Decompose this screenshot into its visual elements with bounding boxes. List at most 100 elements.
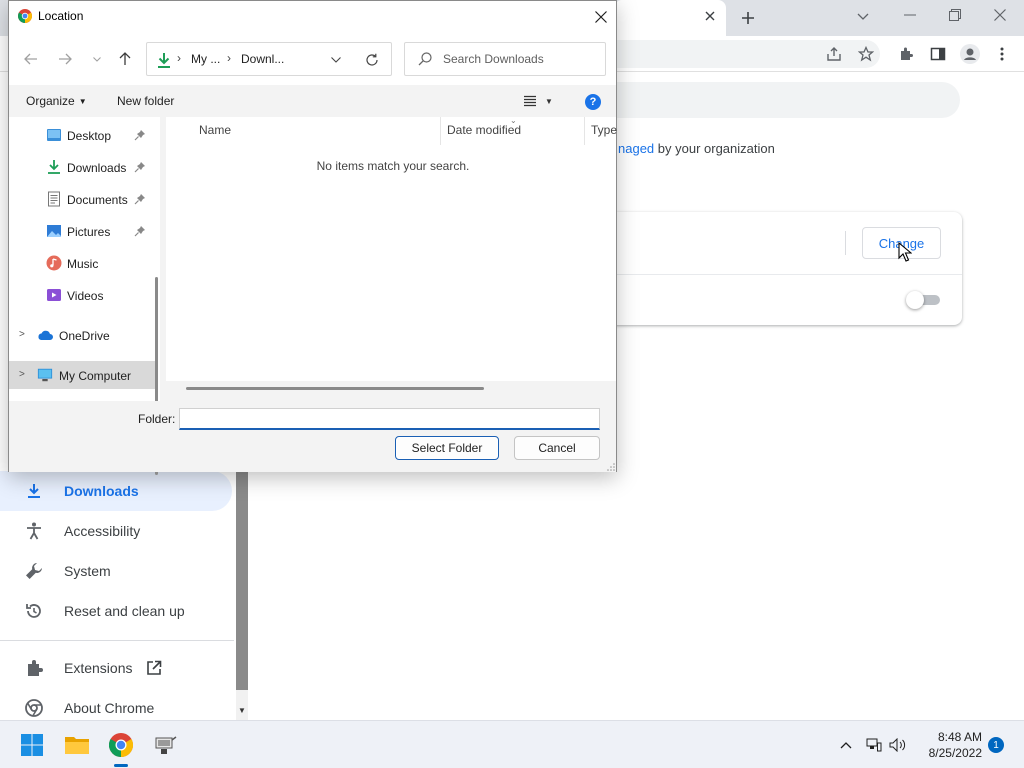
view-options-button[interactable]: ▼: [523, 92, 559, 110]
dialog-title-bar: Location: [9, 1, 616, 33]
resize-grip-icon[interactable]: [607, 463, 615, 471]
search-input[interactable]: [443, 51, 598, 67]
chrome-icon: [22, 696, 46, 720]
navigation-pane: Desktop Downloads Documents Pictures Mus…: [9, 117, 160, 475]
nav-item-label: Desktop: [67, 129, 112, 143]
pin-icon: [134, 226, 145, 237]
network-status-icon[interactable]: [864, 735, 884, 755]
nav-item-downloads[interactable]: Downloads: [0, 471, 232, 511]
chevron-down-icon[interactable]: [327, 51, 345, 69]
active-app-indicator: [114, 764, 128, 767]
nav-item-videos[interactable]: Videos: [9, 281, 155, 309]
nav-item-documents[interactable]: Documents: [9, 185, 155, 213]
wrench-icon: [22, 559, 46, 583]
nav-item-downloads[interactable]: Downloads: [9, 153, 155, 181]
nav-item-accessibility[interactable]: Accessibility: [0, 511, 232, 551]
notification-badge[interactable]: 1: [988, 737, 1004, 753]
nav-item-label: About Chrome: [64, 700, 155, 716]
nav-item-my-computer[interactable]: > My Computer: [9, 361, 155, 389]
profile-avatar-icon[interactable]: [958, 42, 982, 66]
column-divider[interactable]: [440, 117, 441, 145]
breadcrumb-item-downloads[interactable]: Downl...: [241, 52, 284, 66]
close-tab-icon[interactable]: [700, 6, 720, 26]
nav-item-reset[interactable]: Reset and clean up: [0, 591, 232, 631]
nav-item-music[interactable]: Music: [9, 249, 155, 277]
system-clock[interactable]: 8:48 AM 8/25/2022: [914, 729, 982, 761]
search-downloads-box[interactable]: [404, 42, 606, 76]
recent-locations-icon[interactable]: [85, 47, 109, 71]
bookmark-star-icon[interactable]: [854, 42, 878, 66]
horizontal-scrollbar[interactable]: [186, 387, 484, 390]
cancel-button[interactable]: Cancel: [514, 436, 600, 460]
close-window-icon[interactable]: [982, 4, 1018, 26]
divider: [600, 274, 962, 275]
downloads-settings-card: Change: [600, 212, 962, 325]
scrollbar-thumb[interactable]: [236, 470, 248, 690]
select-folder-button[interactable]: Select Folder: [395, 436, 499, 460]
refresh-icon[interactable]: [363, 51, 381, 69]
file-explorer-icon[interactable]: [61, 729, 93, 761]
column-header-name[interactable]: Name: [199, 123, 231, 137]
computer-icon: [37, 368, 53, 382]
command-bar: Organize ▼ New folder ▼ ?: [9, 85, 616, 117]
settings-search[interactable]: [580, 82, 960, 118]
nav-item-desktop[interactable]: Desktop: [9, 121, 155, 149]
volume-icon[interactable]: [888, 735, 908, 755]
managed-text: by your organization: [654, 141, 775, 156]
nav-item-label: Pictures: [67, 225, 111, 239]
pin-icon: [134, 130, 145, 141]
show-hidden-icons-icon[interactable]: [836, 735, 856, 755]
extensions-icon[interactable]: [894, 42, 918, 66]
address-breadcrumb[interactable]: › My ... › Downl...: [146, 42, 392, 76]
scroll-down-icon[interactable]: ▼: [238, 706, 246, 715]
organize-button[interactable]: Organize ▼: [26, 94, 87, 108]
pin-icon: [134, 194, 145, 205]
location-dialog: Location › My ... › Downl... Search Down…: [8, 0, 617, 475]
side-panel-icon[interactable]: [926, 42, 950, 66]
pictures-icon: [47, 225, 61, 237]
new-tab-icon[interactable]: [736, 6, 760, 30]
minimize-icon[interactable]: [892, 4, 928, 26]
chrome-taskbar-icon[interactable]: [105, 729, 137, 761]
nav-item-pictures[interactable]: Pictures: [9, 217, 155, 245]
nav-scrollbar[interactable]: ▼: [236, 470, 248, 720]
nav-item-label: Extensions: [64, 660, 133, 676]
mouse-cursor-icon: [898, 242, 912, 262]
close-icon[interactable]: [589, 5, 613, 29]
external-link-icon: [146, 660, 162, 676]
share-icon[interactable]: [822, 42, 846, 66]
forward-icon[interactable]: [53, 47, 77, 71]
nav-item-system[interactable]: System: [0, 551, 232, 591]
accessibility-icon: [22, 519, 46, 543]
nav-item-label: Documents: [67, 193, 128, 207]
ask-where-to-save-toggle[interactable]: [906, 291, 940, 309]
back-icon[interactable]: [19, 47, 43, 71]
divider: [0, 640, 234, 641]
breadcrumb-item-my-computer[interactable]: My ...: [191, 52, 220, 66]
managed-link[interactable]: naged: [618, 141, 654, 156]
start-icon[interactable]: [16, 729, 48, 761]
column-divider[interactable]: [584, 117, 585, 145]
chevron-right-icon[interactable]: >: [19, 329, 25, 340]
network-app-icon[interactable]: [149, 729, 181, 761]
download-icon: [158, 53, 170, 68]
restore-icon[interactable]: [937, 4, 973, 26]
nav-item-onedrive[interactable]: > OneDrive: [9, 321, 155, 349]
column-header-date-modified[interactable]: Date modified: [447, 123, 521, 137]
nav-item-label: Music: [67, 257, 99, 271]
column-header-type[interactable]: Type: [591, 123, 617, 137]
new-folder-button[interactable]: New folder: [117, 94, 174, 108]
chevron-right-icon[interactable]: >: [19, 369, 25, 380]
nav-item-extensions[interactable]: Extensions: [0, 648, 232, 688]
nav-item-label: Videos: [67, 289, 104, 303]
search-icon: [418, 52, 432, 66]
menu-icon[interactable]: [990, 42, 1014, 66]
divider: [845, 231, 846, 255]
pin-icon: [134, 162, 145, 173]
help-icon[interactable]: ?: [585, 94, 601, 110]
tab-search-icon[interactable]: [852, 6, 874, 28]
managed-notice: naged by your organization: [618, 141, 775, 156]
up-folder-icon[interactable]: [113, 47, 137, 71]
folder-input[interactable]: [179, 408, 600, 430]
videos-icon: [47, 289, 61, 301]
